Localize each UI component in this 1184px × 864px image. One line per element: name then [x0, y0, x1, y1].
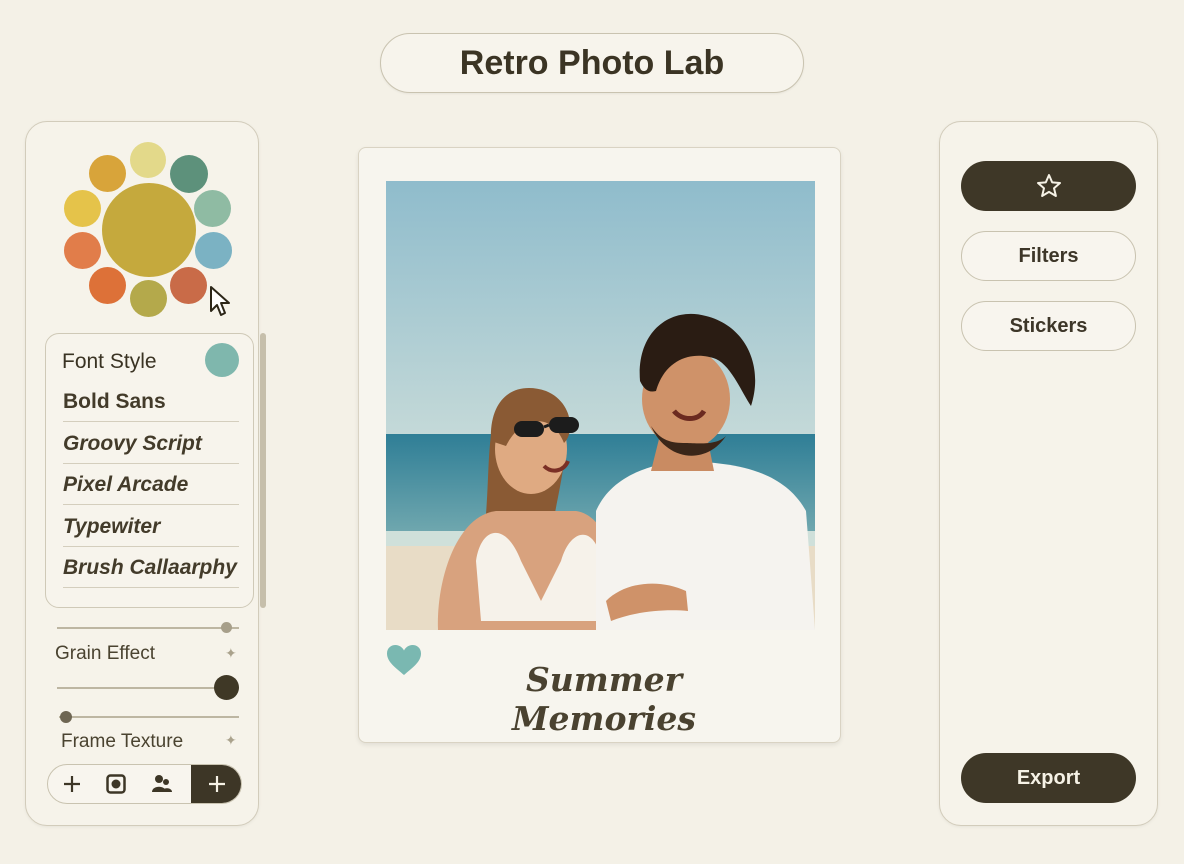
pointer-cursor-icon [210, 286, 230, 316]
frame-texture-label: Frame Texture [61, 731, 184, 752]
font-option[interactable]: Typewiter [63, 506, 239, 547]
color-swatch[interactable] [170, 267, 207, 304]
people-icon [152, 775, 172, 792]
export-button[interactable]: Export [961, 753, 1136, 803]
font-option[interactable]: Groovy Script [63, 423, 239, 464]
color-swatch[interactable] [194, 190, 231, 227]
top-slider-knob[interactable] [220, 622, 232, 633]
color-swatch[interactable] [64, 232, 101, 269]
right-actions-panel: Filters Stickers Export [939, 121, 1158, 826]
color-wheel[interactable] [26, 122, 260, 332]
grain-slider-knob[interactable] [213, 675, 239, 700]
people-button[interactable] [140, 765, 184, 803]
sparkle-icon: ✦ [225, 645, 237, 661]
top-slider-track[interactable] [57, 627, 239, 629]
add-button[interactable] [50, 765, 94, 803]
color-swatch[interactable] [89, 267, 126, 304]
font-option[interactable]: Pixel Arcade [63, 464, 239, 505]
sparkle-icon: ✦ [225, 732, 237, 748]
font-list-scrollbar[interactable] [260, 333, 266, 608]
color-swatch[interactable] [64, 190, 101, 227]
color-swatch[interactable] [170, 155, 208, 193]
font-style-list: Font Style Bold Sans Groovy Script Pixel A… [45, 333, 254, 608]
left-tools-panel: Font Style Bold Sans Groovy Script Pixel A… [25, 121, 266, 826]
bottom-toolbar [47, 764, 242, 804]
selected-color-swatch[interactable] [102, 183, 196, 277]
frame-button[interactable] [94, 765, 138, 803]
favorite-button[interactable] [961, 161, 1136, 211]
app-title: Retro Photo Lab [380, 33, 804, 93]
color-swatch[interactable] [195, 232, 232, 269]
star-icon [1036, 174, 1061, 197]
color-swatch[interactable] [130, 280, 167, 317]
plus-icon [64, 776, 80, 792]
grain-slider-track[interactable] [57, 687, 239, 689]
scrollbar-thumb[interactable] [260, 333, 266, 608]
filters-button[interactable]: Filters [961, 231, 1136, 281]
plus-icon [209, 776, 225, 792]
color-swatch[interactable] [130, 142, 166, 178]
font-color-swatch[interactable] [205, 343, 239, 377]
color-swatch[interactable] [89, 155, 126, 192]
font-option[interactable]: Bold Sans [63, 381, 239, 422]
frame-icon [106, 774, 126, 794]
grain-effect-label: Grain Effect [55, 643, 155, 664]
font-option[interactable]: Brush Callaarphy [63, 547, 239, 588]
font-style-heading: Font Style [62, 350, 157, 373]
beach-couple-photo[interactable] [386, 181, 815, 630]
frame-slider-track[interactable] [59, 716, 239, 718]
add-primary-button[interactable] [191, 765, 241, 803]
frame-slider-knob[interactable] [60, 711, 73, 723]
polaroid-frame: Summer Memories [358, 147, 841, 743]
photo-caption[interactable]: Summer Memories [439, 660, 769, 738]
favorite-heart-icon[interactable] [386, 644, 422, 676]
stickers-button[interactable]: Stickers [961, 301, 1136, 351]
